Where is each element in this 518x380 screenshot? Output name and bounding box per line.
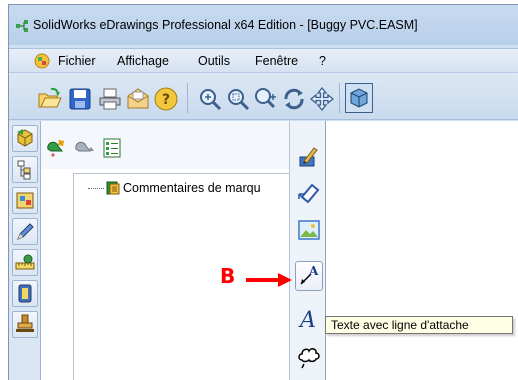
tree-connector (88, 188, 104, 189)
new-markup-icon[interactable] (45, 137, 67, 159)
title-bar[interactable]: SolidWorks eDrawings Professional x64 Ed… (9, 5, 518, 45)
picture-icon[interactable] (296, 217, 322, 243)
menu-outils[interactable]: Outils (198, 54, 230, 68)
zoom-fit-icon[interactable] (197, 86, 223, 112)
model-view-area[interactable] (325, 121, 518, 380)
print-icon[interactable] (97, 86, 123, 112)
open-icon[interactable] (37, 86, 63, 112)
markup-list-icon[interactable] (101, 137, 123, 159)
markup-panel: Commentaires de marqu (41, 121, 297, 380)
pan-icon[interactable] (309, 86, 335, 112)
menu-fichier[interactable]: Fichier (58, 54, 96, 68)
save-icon[interactable] (67, 86, 93, 112)
zoom-area-icon[interactable] (225, 86, 251, 112)
dimension-icon[interactable] (296, 179, 322, 205)
svg-text:A: A (298, 308, 316, 331)
help-icon[interactable]: ? (153, 86, 179, 112)
zoom-icon[interactable] (253, 86, 279, 112)
tree-item-label: Commentaires de marqu (123, 181, 261, 195)
text-leader-icon[interactable]: A (295, 261, 323, 291)
text-icon[interactable]: A (296, 305, 322, 333)
markup-pen-icon[interactable] (12, 218, 38, 245)
pencil-markup-icon[interactable] (296, 143, 322, 169)
rotate-icon[interactable] (281, 86, 307, 112)
main-toolbar: ? (9, 72, 518, 120)
menu-help[interactable]: ? (319, 54, 326, 68)
configurations-icon[interactable] (12, 187, 38, 214)
send-mail-icon[interactable] (125, 86, 151, 112)
svg-text:A: A (308, 264, 319, 278)
animation-icon[interactable] (12, 280, 38, 307)
toolbar-separator (187, 83, 188, 113)
menu-bar: Fichier Affichage Outils Fenêtre ? (9, 48, 518, 72)
stamp-icon[interactable] (12, 311, 38, 338)
menu-fenetre[interactable]: Fenêtre (255, 54, 298, 68)
menu-affichage[interactable]: Affichage (117, 54, 169, 68)
window-title: SolidWorks eDrawings Professional x64 Ed… (33, 18, 418, 32)
markup-tools-toolbar: A A (289, 121, 325, 380)
app-menu-icon[interactable] (34, 53, 50, 69)
cloud-icon[interactable] (296, 343, 322, 369)
3d-view-icon[interactable] (345, 83, 373, 113)
toolbar-separator (339, 83, 340, 113)
edrawings-logo-icon (15, 19, 29, 33)
panel-toolbar (41, 121, 291, 169)
annotation-arrow-icon (246, 272, 294, 288)
svg-text:?: ? (162, 92, 170, 108)
annotation-label: B (220, 264, 236, 288)
markup-file-icon (106, 181, 120, 195)
components-icon[interactable] (12, 125, 38, 152)
reply-markup-icon[interactable] (73, 137, 95, 159)
measure-icon[interactable] (12, 249, 38, 276)
tooltip: Texte avec ligne d'attache (325, 316, 513, 334)
tree-icon[interactable] (12, 156, 38, 183)
left-tab-bar (9, 121, 41, 380)
